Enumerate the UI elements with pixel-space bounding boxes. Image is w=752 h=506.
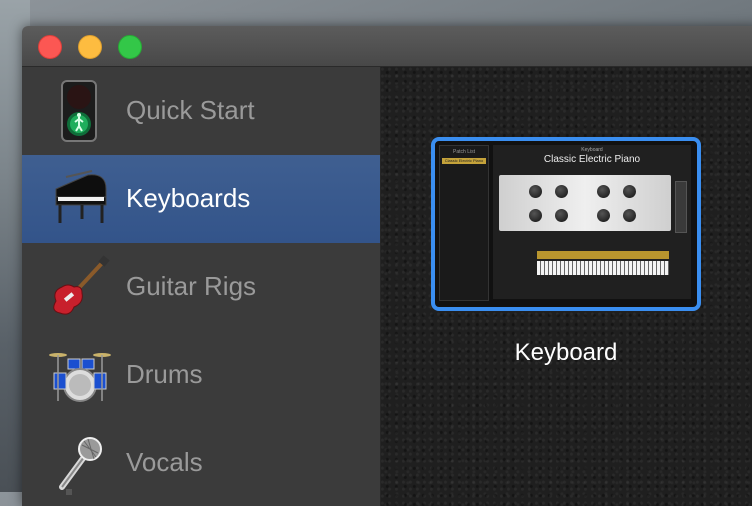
sidebar-item-drums[interactable]: Drums xyxy=(22,331,380,419)
drum-kit-icon xyxy=(48,343,112,407)
microphone-icon xyxy=(48,431,112,497)
patch-list-header: Patch List xyxy=(453,149,475,155)
knob-icon xyxy=(529,209,542,222)
electric-guitar-icon xyxy=(48,255,112,319)
close-button[interactable] xyxy=(38,35,62,59)
sidebar-item-label: Drums xyxy=(126,359,203,389)
sidebar-item-label: Quick Start xyxy=(126,95,255,125)
keyboard-template-thumbnail[interactable]: Patch List Classic Electric Piano Keyboa… xyxy=(431,137,701,311)
knob-icon xyxy=(555,209,568,222)
knob-icon xyxy=(623,185,636,198)
template-label: Keyboard xyxy=(514,339,618,366)
grand-piano-icon xyxy=(48,167,112,231)
traffic-light-icon xyxy=(48,79,112,143)
knob-icon xyxy=(555,185,568,198)
knob-icon xyxy=(597,209,610,222)
keyboard-strip-preview xyxy=(537,251,669,259)
output-meter-preview xyxy=(675,181,687,233)
sidebar-item-guitar-rigs[interactable]: Guitar Rigs xyxy=(22,243,380,331)
selected-patch: Classic Electric Piano xyxy=(442,158,486,164)
sidebar-item-quick-start[interactable]: Quick Start xyxy=(22,67,380,155)
sidebar-item-label: Keyboards xyxy=(126,183,251,213)
preview-instrument-name: Classic Electric Piano xyxy=(543,154,641,165)
knob-panel-preview xyxy=(499,175,671,231)
preview-header: Keyboard xyxy=(581,147,603,153)
title-bar xyxy=(22,26,752,67)
piano-keys-preview xyxy=(537,261,669,275)
instrument-preview: Keyboard Classic Electric Piano xyxy=(493,145,691,299)
knob-icon xyxy=(529,185,542,198)
zoom-button[interactable] xyxy=(118,35,142,59)
minimize-button[interactable] xyxy=(78,35,102,59)
sidebar-item-label: Vocals xyxy=(126,447,203,477)
patch-list-preview: Patch List Classic Electric Piano xyxy=(439,145,489,301)
sidebar-item-vocals[interactable]: Vocals xyxy=(22,419,380,506)
sidebar-item-label: Guitar Rigs xyxy=(126,271,257,301)
app-window: Quick Start Keyboards Guitar Rigs Drums … xyxy=(22,26,752,506)
template-browser: Patch List Classic Electric Piano Keyboa… xyxy=(381,67,752,506)
knob-icon xyxy=(623,209,636,222)
sidebar-item-keyboards[interactable]: Keyboards xyxy=(22,155,380,243)
category-sidebar: Quick Start Keyboards Guitar Rigs Drums … xyxy=(22,67,381,506)
knob-icon xyxy=(597,185,610,198)
